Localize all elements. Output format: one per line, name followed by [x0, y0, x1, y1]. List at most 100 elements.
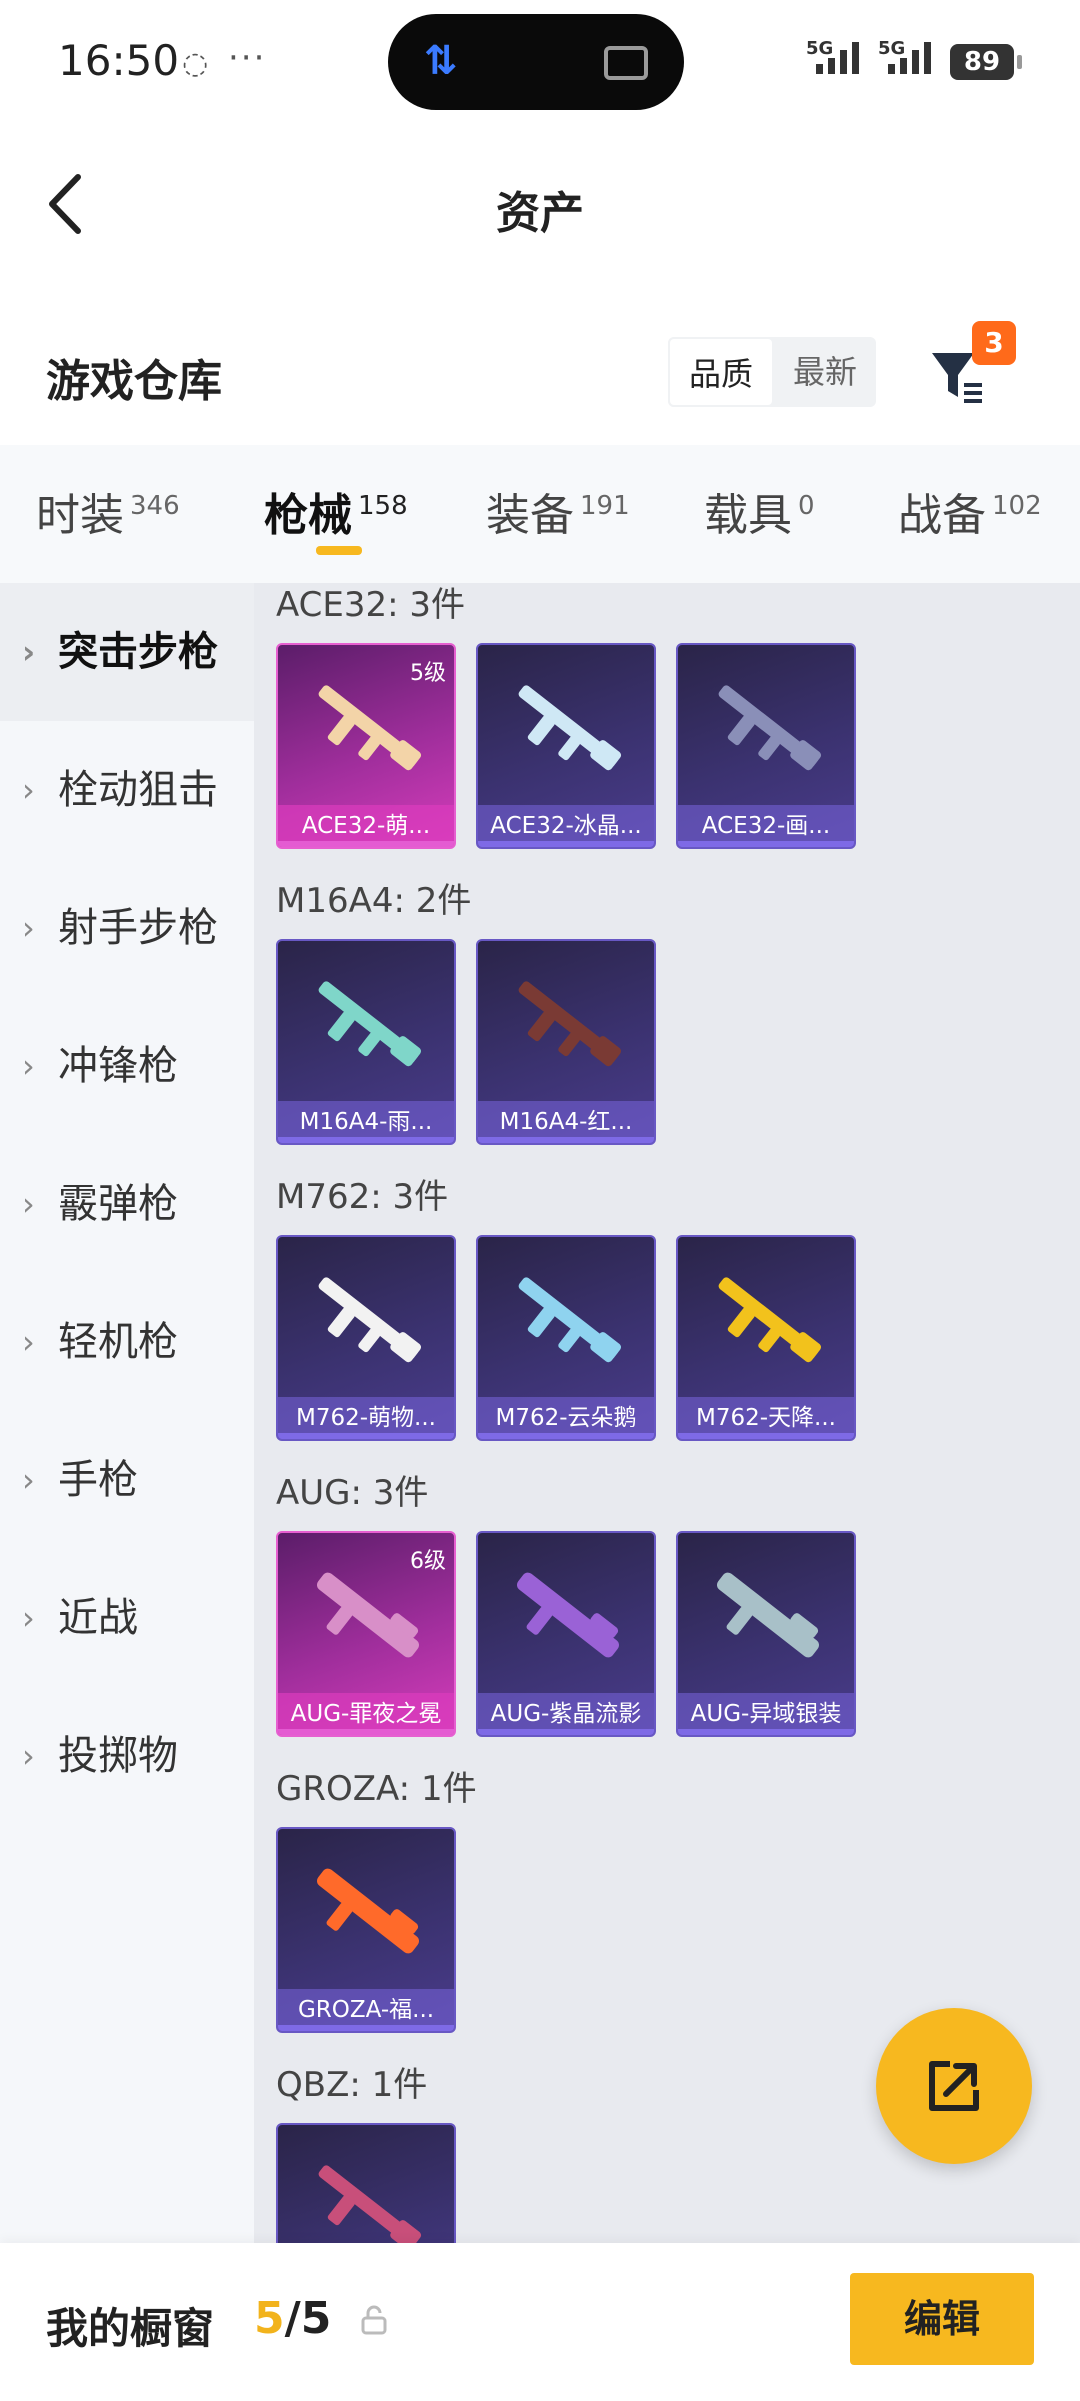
tab-fashion[interactable]: 时装 346 [36, 479, 180, 543]
weapon-name: M762-天降... [678, 1397, 854, 1439]
sidebar-item-smg[interactable]: › 冲锋枪 [0, 997, 254, 1135]
sort-toggle: 品质 最新 [668, 337, 876, 407]
weapon-card[interactable]: M16A4-雨... [276, 939, 456, 1145]
showcase-bar: 我的橱窗 5/5 编辑 [0, 2243, 1080, 2401]
chevron-right-icon: › [22, 1461, 35, 1499]
weapon-card[interactable] [276, 2123, 456, 2243]
chevron-right-icon: › [22, 909, 35, 947]
tab-label: 战备 [898, 490, 986, 541]
group-label: AUG: 3件 [276, 1473, 429, 1513]
weapon-name: M762-萌物... [278, 1397, 454, 1439]
sidebar-item-label: 射手步枪 [58, 905, 218, 951]
rifle-icon [316, 1572, 420, 1658]
sidebar-item-assault-rifle[interactable]: › 突击步枪 [0, 583, 254, 721]
filter-count-badge: 3 [972, 321, 1016, 365]
lock-icon [361, 2305, 387, 2335]
sort-latest-button[interactable]: 最新 [774, 337, 876, 407]
weapon-card[interactable]: 5级 ACE32-萌... [276, 643, 456, 849]
tab-label: 枪械 [264, 490, 352, 541]
weapon-card[interactable]: 6级 AUG-罪夜之冕 [276, 1531, 456, 1737]
screen-cast-icon [604, 46, 648, 80]
sidebar-item-throwable[interactable]: › 投掷物 [0, 1687, 254, 1825]
weapon-card[interactable]: AUG-紫晶流影 [476, 1531, 656, 1737]
sidebar-item-lmg[interactable]: › 轻机枪 [0, 1273, 254, 1411]
status-time: 16:50 [58, 36, 180, 85]
signal-icon: 5G [806, 38, 859, 74]
tab-count: 191 [580, 491, 630, 522]
category-tabs: 时装 346 枪械 158 装备 191 载具 0 战备 102 [0, 445, 1080, 583]
rifle-icon [716, 1572, 820, 1658]
sidebar-item-label: 栓动狙击 [58, 767, 218, 813]
sidebar-item-label: 霰弹枪 [58, 1181, 178, 1227]
sidebar-item-label: 冲锋枪 [58, 1043, 178, 1089]
rifle-icon [316, 1868, 420, 1954]
chevron-right-icon: › [22, 1185, 35, 1223]
rifle-icon [718, 1277, 822, 1363]
sidebar-item-label: 近战 [58, 1595, 138, 1641]
sidebar-item-shotgun[interactable]: › 霰弹枪 [0, 1135, 254, 1273]
battery-indicator: 89 [950, 44, 1022, 80]
sort-quality-button[interactable]: 品质 [668, 337, 774, 407]
weapon-name: ACE32-冰晶... [478, 805, 654, 847]
weapon-card[interactable]: M762-天降... [676, 1235, 856, 1441]
tab-count: 102 [992, 491, 1042, 522]
group-label: QBZ: 1件 [276, 2065, 428, 2105]
weapon-name: AUG-异域银装 [678, 1693, 854, 1735]
weapon-card[interactable]: ACE32-冰晶... [476, 643, 656, 849]
weapon-card[interactable]: M762-云朵鹅 [476, 1235, 656, 1441]
dynamic-island: ⇅ [388, 14, 684, 110]
tab-label: 装备 [486, 490, 574, 541]
chevron-right-icon: › [22, 771, 35, 809]
group-label: ACE32: 3件 [276, 585, 466, 625]
tab-vehicles[interactable]: 载具 0 [704, 479, 815, 543]
chat-bubble-icon: ◌ [182, 46, 209, 81]
edit-button[interactable]: 编辑 [850, 2273, 1034, 2365]
showcase-current: 5 [254, 2293, 285, 2344]
sidebar-item-label: 轻机枪 [58, 1319, 178, 1365]
chevron-right-icon: › [22, 1047, 35, 1085]
showcase-label: 我的橱窗 [46, 2304, 215, 2353]
sidebar-item-label: 手枪 [58, 1457, 138, 1503]
rifle-icon [318, 981, 422, 1067]
weapon-name: GROZA-福... [278, 1989, 454, 2031]
weapon-name: ACE32-画... [678, 805, 854, 847]
share-fab-button[interactable] [876, 2008, 1032, 2164]
page-title: 资产 [496, 188, 584, 239]
chevron-right-icon: › [22, 633, 36, 671]
weapon-card[interactable]: ACE32-画... [676, 643, 856, 849]
rifle-icon [318, 1277, 422, 1363]
rifle-icon [518, 1277, 622, 1363]
tab-label: 载具 [704, 490, 792, 541]
rifle-icon [718, 685, 822, 771]
weapon-card[interactable]: M762-萌物... [276, 1235, 456, 1441]
sidebar-item-label: 突击步枪 [58, 629, 218, 675]
sidebar-item-pistol[interactable]: › 手枪 [0, 1411, 254, 1549]
tab-supplies[interactable]: 战备 102 [898, 479, 1042, 543]
chevron-right-icon: › [22, 1599, 35, 1637]
sidebar-item-melee[interactable]: › 近战 [0, 1549, 254, 1687]
sidebar-item-marksman-rifle[interactable]: › 射手步枪 [0, 859, 254, 997]
data-transfer-icon: ⇅ [424, 38, 458, 84]
tab-firearms[interactable]: 枪械 158 [264, 479, 408, 543]
group-label: M762: 3件 [276, 1177, 449, 1217]
group-label: GROZA: 1件 [276, 1769, 477, 1809]
warehouse-header: 游戏仓库 品质 最新 3 [0, 285, 1080, 445]
chevron-right-icon: › [22, 1737, 35, 1775]
weapon-name: AUG-罪夜之冕 [278, 1693, 454, 1735]
tab-label: 时装 [36, 490, 124, 541]
tab-count: 0 [798, 491, 815, 522]
weapon-card[interactable]: AUG-异域银装 [676, 1531, 856, 1737]
sidebar-item-label: 投掷物 [58, 1733, 178, 1779]
tab-count: 346 [130, 491, 180, 522]
rifle-icon [518, 685, 622, 771]
sidebar-item-bolt-sniper[interactable]: › 栓动狙击 [0, 721, 254, 859]
active-tab-indicator [316, 546, 362, 555]
weapon-card[interactable]: GROZA-福... [276, 1827, 456, 2033]
weapon-category-sidebar: › 突击步枪 › 栓动狙击 › 射手步枪 › 冲锋枪 › 霰弹枪 › 轻机枪 › 手枪 › 近战… [0, 583, 254, 2243]
weapon-name: AUG-紫晶流影 [478, 1693, 654, 1735]
group-label: M16A4: 2件 [276, 881, 472, 921]
tab-equipment[interactable]: 装备 191 [486, 479, 630, 543]
weapon-card[interactable]: M16A4-红... [476, 939, 656, 1145]
rifle-icon [318, 2165, 422, 2243]
weapon-name: M16A4-雨... [278, 1101, 454, 1143]
